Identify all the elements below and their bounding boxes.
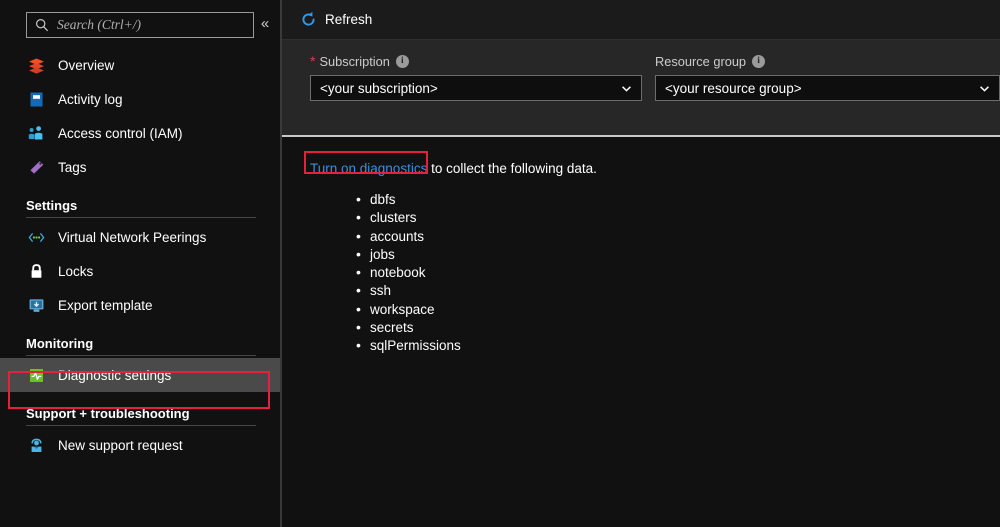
resource-group-dropdown[interactable]: <your resource group> (655, 75, 1000, 101)
sidebar-item-label: Diagnostic settings (58, 368, 171, 383)
section-divider (26, 217, 256, 218)
sidebar-item-access-control[interactable]: Access control (IAM) (0, 116, 282, 150)
section-title: Support + troubleshooting (26, 406, 282, 421)
refresh-button[interactable]: Refresh (282, 6, 382, 34)
section-title: Monitoring (26, 336, 282, 351)
search-icon (35, 18, 49, 32)
list-item: jobs (356, 246, 1000, 264)
chevron-down-icon (619, 81, 633, 95)
content-area: Turn on diagnostics to collect the follo… (282, 137, 1000, 527)
list-item: sqlPermissions (356, 337, 1000, 355)
sidebar-item-label: Overview (58, 58, 114, 73)
sidebar-item-label: Activity log (58, 92, 123, 107)
search-box[interactable] (26, 12, 254, 38)
sidebar-item-label: Export template (58, 298, 153, 313)
sidebar-item-overview[interactable]: Overview (0, 48, 282, 82)
sidebar-section-settings: Settings (0, 184, 282, 220)
sidebar-item-new-support-request[interactable]: New support request (0, 428, 282, 462)
subscription-dropdown[interactable]: <your subscription> (310, 75, 642, 101)
sidebar-section-support: Support + troubleshooting (0, 392, 282, 428)
subscription-label: Subscription (319, 54, 389, 69)
sidebar-item-label: Access control (IAM) (58, 126, 183, 141)
section-divider (26, 355, 256, 356)
resource-group-value: <your resource group> (665, 81, 977, 96)
sidebar-item-tags[interactable]: Tags (0, 150, 282, 184)
sidebar-nav: Overview Activity log (0, 48, 282, 462)
resource-group-field: Resource group i <your resource group> (655, 52, 1000, 101)
tag-icon (26, 157, 46, 177)
main-panel: Refresh * Subscription i <your subscript… (282, 0, 1000, 527)
collapse-sidebar-button[interactable]: « (256, 14, 274, 32)
data-types-list: dbfs clusters accounts jobs notebook ssh… (310, 191, 1000, 356)
refresh-label: Refresh (325, 12, 372, 27)
list-item: workspace (356, 301, 1000, 319)
search-input[interactable] (49, 17, 253, 33)
turn-on-diagnostics-link[interactable]: Turn on diagnostics (310, 161, 427, 176)
resource-group-label-row: Resource group i (655, 52, 1000, 70)
info-icon[interactable]: i (396, 55, 409, 68)
chevron-down-icon (977, 81, 991, 95)
list-item: notebook (356, 264, 1000, 282)
resource-sidebar: « Overview (0, 0, 282, 527)
intro-text: Turn on diagnostics to collect the follo… (310, 159, 597, 178)
sidebar-item-activity-log[interactable]: Activity log (0, 82, 282, 116)
list-item: dbfs (356, 191, 1000, 209)
layers-icon (26, 55, 46, 75)
list-item: secrets (356, 319, 1000, 337)
subscription-value: <your subscription> (320, 81, 619, 96)
diagnostic-settings-icon (26, 365, 46, 385)
lock-icon (26, 261, 46, 281)
refresh-icon (300, 11, 317, 28)
access-control-icon (26, 123, 46, 143)
command-toolbar: Refresh (282, 0, 1000, 40)
sidebar-item-label: Virtual Network Peerings (58, 230, 206, 245)
list-item: ssh (356, 282, 1000, 300)
resource-group-label: Resource group (655, 54, 746, 69)
info-icon[interactable]: i (752, 55, 765, 68)
sidebar-item-label: New support request (58, 438, 183, 453)
required-indicator: * (310, 54, 315, 68)
sidebar-item-export-template[interactable]: Export template (0, 288, 282, 322)
subscription-field: * Subscription i <your subscription> (310, 52, 642, 101)
azure-portal-screen: « Overview (0, 0, 1000, 527)
activity-log-icon (26, 89, 46, 109)
list-item: clusters (356, 209, 1000, 227)
export-template-icon (26, 295, 46, 315)
intro-rest-text: to collect the following data. (427, 161, 597, 176)
sidebar-item-virtual-network-peerings[interactable]: Virtual Network Peerings (0, 220, 282, 254)
scope-selector-form: * Subscription i <your subscription> Res… (282, 40, 1000, 135)
section-title: Settings (26, 198, 282, 213)
sidebar-item-label: Locks (58, 264, 93, 279)
sidebar-item-locks[interactable]: Locks (0, 254, 282, 288)
list-item: accounts (356, 228, 1000, 246)
section-divider (26, 425, 256, 426)
sidebar-section-monitoring: Monitoring (0, 322, 282, 358)
subscription-label-row: * Subscription i (310, 52, 642, 70)
sidebar-search-row: « (0, 12, 282, 42)
sidebar-item-diagnostic-settings[interactable]: Diagnostic settings (0, 358, 282, 392)
network-peering-icon (26, 227, 46, 247)
support-request-icon (26, 435, 46, 455)
sidebar-item-label: Tags (58, 160, 87, 175)
